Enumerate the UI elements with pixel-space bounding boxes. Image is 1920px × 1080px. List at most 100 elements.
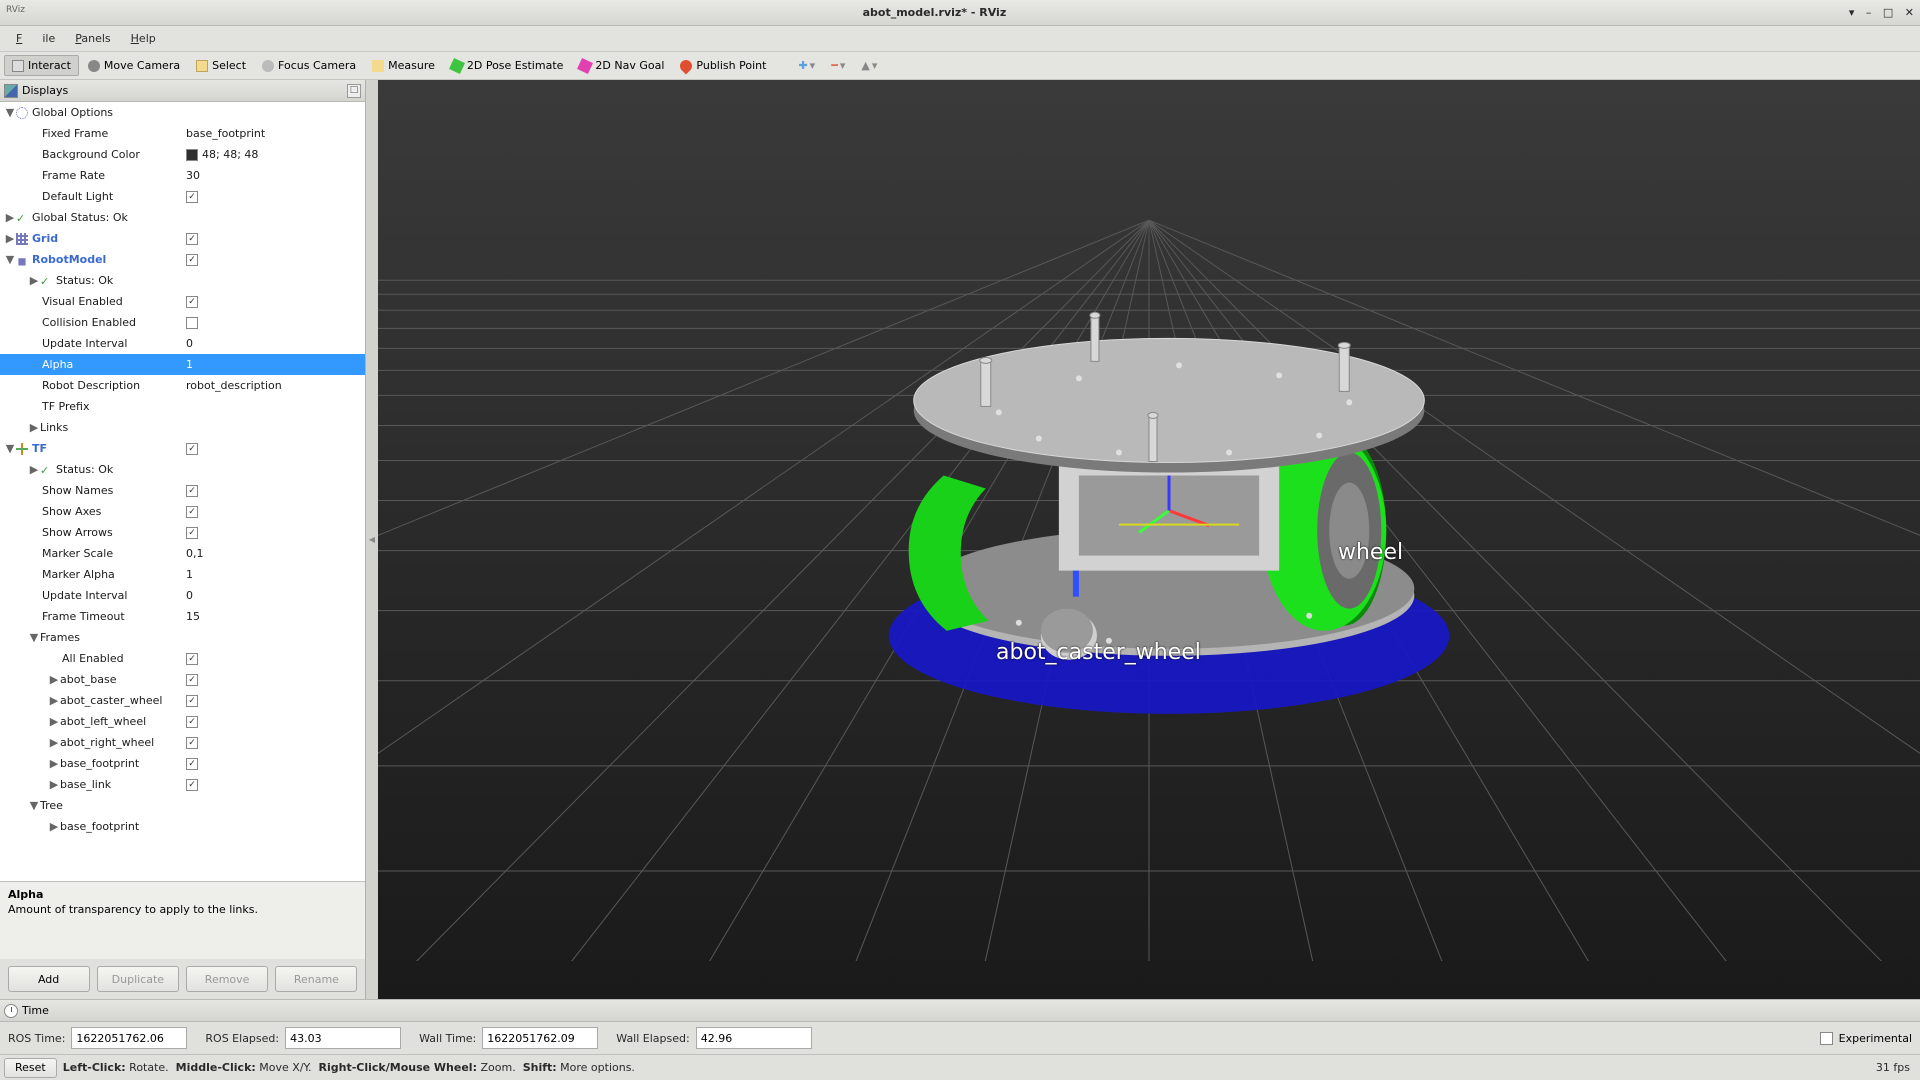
expand-icon[interactable]: ▶ — [48, 757, 60, 770]
expand-icon[interactable]: ▶ — [48, 694, 60, 707]
tree-frame-abot-caster-wheel[interactable]: ▶abot_caster_wheel — [0, 690, 365, 711]
tree-tf-update-interval[interactable]: Update Interval0 — [0, 585, 365, 606]
maximize-button[interactable]: □ — [1883, 6, 1893, 19]
rename-button[interactable]: Rename — [275, 966, 357, 992]
tree-robot-description[interactable]: Robot Descriptionrobot_description — [0, 375, 365, 396]
ros-elapsed-input[interactable] — [285, 1027, 401, 1049]
expand-icon[interactable]: ▶ — [4, 232, 16, 245]
tree-marker-alpha[interactable]: Marker Alpha1 — [0, 564, 365, 585]
tool-select[interactable]: Select — [189, 56, 253, 75]
expand-icon[interactable]: ▶ — [48, 736, 60, 749]
tree-frame-abot-left-wheel[interactable]: ▶abot_left_wheel — [0, 711, 365, 732]
close-button[interactable]: ✕ — [1905, 6, 1914, 19]
tool-remove-display[interactable]: ━▾ — [824, 56, 852, 75]
minimize-button[interactable]: ▾ — [1849, 6, 1855, 19]
3d-viewport[interactable]: abot_caster_wheel wheel — [378, 80, 1920, 999]
checkbox[interactable] — [186, 695, 198, 707]
wall-time-input[interactable] — [482, 1027, 598, 1049]
expand-icon[interactable]: ▶ — [28, 463, 40, 476]
tree-global-status[interactable]: ▶Global Status: Ok — [0, 207, 365, 228]
tree-frame-base-link[interactable]: ▶base_link — [0, 774, 365, 795]
tree-fixed-frame[interactable]: Fixed Framebase_footprint — [0, 123, 365, 144]
expand-icon[interactable]: ▼ — [28, 631, 40, 644]
tool-2d-pose-estimate[interactable]: 2D Pose Estimate — [444, 56, 571, 75]
tool-add-display[interactable]: ✚▾ — [791, 56, 822, 75]
tree-collision-enabled[interactable]: Collision Enabled — [0, 312, 365, 333]
menu-file[interactable]: File — [6, 28, 65, 49]
tree-show-arrows[interactable]: Show Arrows — [0, 522, 365, 543]
tree-links[interactable]: ▶Links — [0, 417, 365, 438]
checkbox[interactable] — [186, 296, 198, 308]
expand-icon[interactable]: ▶ — [4, 211, 16, 224]
expand-icon[interactable]: ▶ — [28, 274, 40, 287]
add-button[interactable]: Add — [8, 966, 90, 992]
tree-robotmodel[interactable]: ▼RobotModel — [0, 249, 365, 270]
ros-time-input[interactable] — [71, 1027, 187, 1049]
expand-icon[interactable]: ▼ — [28, 799, 40, 812]
checkbox[interactable] — [186, 317, 198, 329]
tree-marker-scale[interactable]: Marker Scale0,1 — [0, 543, 365, 564]
reset-button[interactable]: Reset — [4, 1058, 57, 1078]
tree-tree-base-footprint[interactable]: ▶base_footprint — [0, 816, 365, 837]
tree-show-axes[interactable]: Show Axes — [0, 501, 365, 522]
checkbox[interactable] — [186, 674, 198, 686]
checkbox[interactable] — [186, 506, 198, 518]
checkbox[interactable] — [186, 653, 198, 665]
tool-2d-nav-goal[interactable]: 2D Nav Goal — [572, 56, 671, 75]
checkbox[interactable] — [186, 485, 198, 497]
checkbox[interactable] — [186, 254, 198, 266]
tree-frame-timeout[interactable]: Frame Timeout15 — [0, 606, 365, 627]
tree-tf-status[interactable]: ▶Status: Ok — [0, 459, 365, 480]
expand-icon[interactable]: ▶ — [28, 421, 40, 434]
tool-interact[interactable]: Interact — [4, 55, 79, 76]
tool-focus-camera[interactable]: Focus Camera — [255, 56, 363, 75]
remove-button[interactable]: Remove — [186, 966, 268, 992]
expand-icon[interactable]: ▼ — [4, 253, 16, 266]
tree-rm-status[interactable]: ▶Status: Ok — [0, 270, 365, 291]
tree-background-color[interactable]: Background Color48; 48; 48 — [0, 144, 365, 165]
checkbox[interactable] — [186, 737, 198, 749]
expand-icon[interactable]: ▼ — [4, 106, 16, 119]
tree-visual-enabled[interactable]: Visual Enabled — [0, 291, 365, 312]
tree-grid[interactable]: ▶Grid — [0, 228, 365, 249]
displays-tree[interactable]: ▼Global Options Fixed Framebase_footprin… — [0, 102, 365, 881]
checkbox[interactable] — [186, 443, 198, 455]
expand-icon[interactable]: ▼ — [4, 442, 16, 455]
splitter[interactable]: ◀ — [366, 80, 378, 999]
checkbox[interactable] — [186, 716, 198, 728]
restore-button[interactable]: – — [1866, 6, 1872, 19]
tree-frame-abot-base[interactable]: ▶abot_base — [0, 669, 365, 690]
tool-options[interactable]: ▲▾ — [854, 56, 884, 75]
tree-global-options[interactable]: ▼Global Options — [0, 102, 365, 123]
tree-all-enabled[interactable]: All Enabled — [0, 648, 365, 669]
tree-show-names[interactable]: Show Names — [0, 480, 365, 501]
experimental-checkbox[interactable] — [1820, 1032, 1833, 1045]
expand-icon[interactable]: ▶ — [48, 820, 60, 833]
tree-alpha[interactable]: Alpha1 — [0, 354, 365, 375]
checkbox[interactable] — [186, 758, 198, 770]
tree-tf[interactable]: ▼TF — [0, 438, 365, 459]
expand-icon[interactable]: ▶ — [48, 673, 60, 686]
expand-icon[interactable]: ▶ — [48, 715, 60, 728]
checkbox[interactable] — [186, 191, 198, 203]
checkbox[interactable] — [186, 527, 198, 539]
wall-elapsed-input[interactable] — [696, 1027, 812, 1049]
expand-icon[interactable]: ▶ — [48, 778, 60, 791]
displays-panel-close[interactable]: □ — [347, 84, 361, 98]
tree-frames[interactable]: ▼Frames — [0, 627, 365, 648]
tree-frame-abot-right-wheel[interactable]: ▶abot_right_wheel — [0, 732, 365, 753]
tool-measure[interactable]: Measure — [365, 56, 442, 75]
menu-help[interactable]: Help — [121, 28, 166, 49]
duplicate-button[interactable]: Duplicate — [97, 966, 179, 992]
menu-panels[interactable]: Panels — [65, 28, 120, 49]
tool-move-camera[interactable]: Move Camera — [81, 56, 187, 75]
checkbox[interactable] — [186, 779, 198, 791]
tree-tree[interactable]: ▼Tree — [0, 795, 365, 816]
tree-update-interval[interactable]: Update Interval0 — [0, 333, 365, 354]
tool-publish-point[interactable]: Publish Point — [673, 56, 773, 75]
tree-tf-prefix[interactable]: TF Prefix — [0, 396, 365, 417]
tree-default-light[interactable]: Default Light — [0, 186, 365, 207]
tree-frame-rate[interactable]: Frame Rate30 — [0, 165, 365, 186]
checkbox[interactable] — [186, 233, 198, 245]
tree-frame-base-footprint[interactable]: ▶base_footprint — [0, 753, 365, 774]
